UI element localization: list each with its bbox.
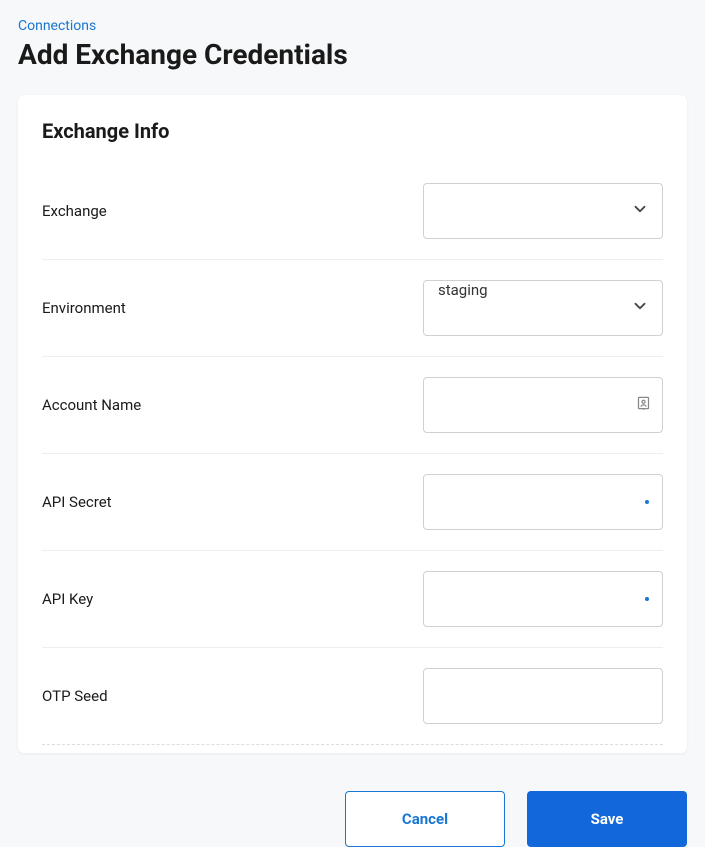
- button-row: Cancel Save: [18, 791, 687, 847]
- cancel-button[interactable]: Cancel: [345, 791, 505, 847]
- otp-seed-input[interactable]: [423, 668, 663, 724]
- label-account-name: Account Name: [42, 396, 141, 414]
- row-environment: Environment staging: [42, 260, 663, 357]
- label-otp-seed: OTP Seed: [42, 687, 108, 705]
- label-exchange: Exchange: [42, 202, 107, 220]
- row-api-secret: API Secret: [42, 454, 663, 551]
- environment-select[interactable]: staging: [423, 280, 663, 336]
- label-api-key: API Key: [42, 590, 93, 608]
- row-account-name: Account Name: [42, 357, 663, 454]
- exchange-select[interactable]: [423, 183, 663, 239]
- row-otp-seed: OTP Seed: [42, 648, 663, 745]
- card-title: Exchange Info: [42, 119, 663, 143]
- account-name-input[interactable]: [423, 377, 663, 433]
- label-api-secret: API Secret: [42, 493, 112, 511]
- breadcrumb-connections[interactable]: Connections: [18, 18, 687, 34]
- row-exchange: Exchange: [42, 163, 663, 260]
- save-button[interactable]: Save: [527, 791, 687, 847]
- label-environment: Environment: [42, 299, 126, 317]
- api-key-input[interactable]: [423, 571, 663, 627]
- page-title: Add Exchange Credentials: [18, 38, 687, 71]
- api-secret-input[interactable]: [423, 474, 663, 530]
- exchange-info-card: Exchange Info Exchange Environment stagi…: [18, 95, 687, 753]
- row-api-key: API Key: [42, 551, 663, 648]
